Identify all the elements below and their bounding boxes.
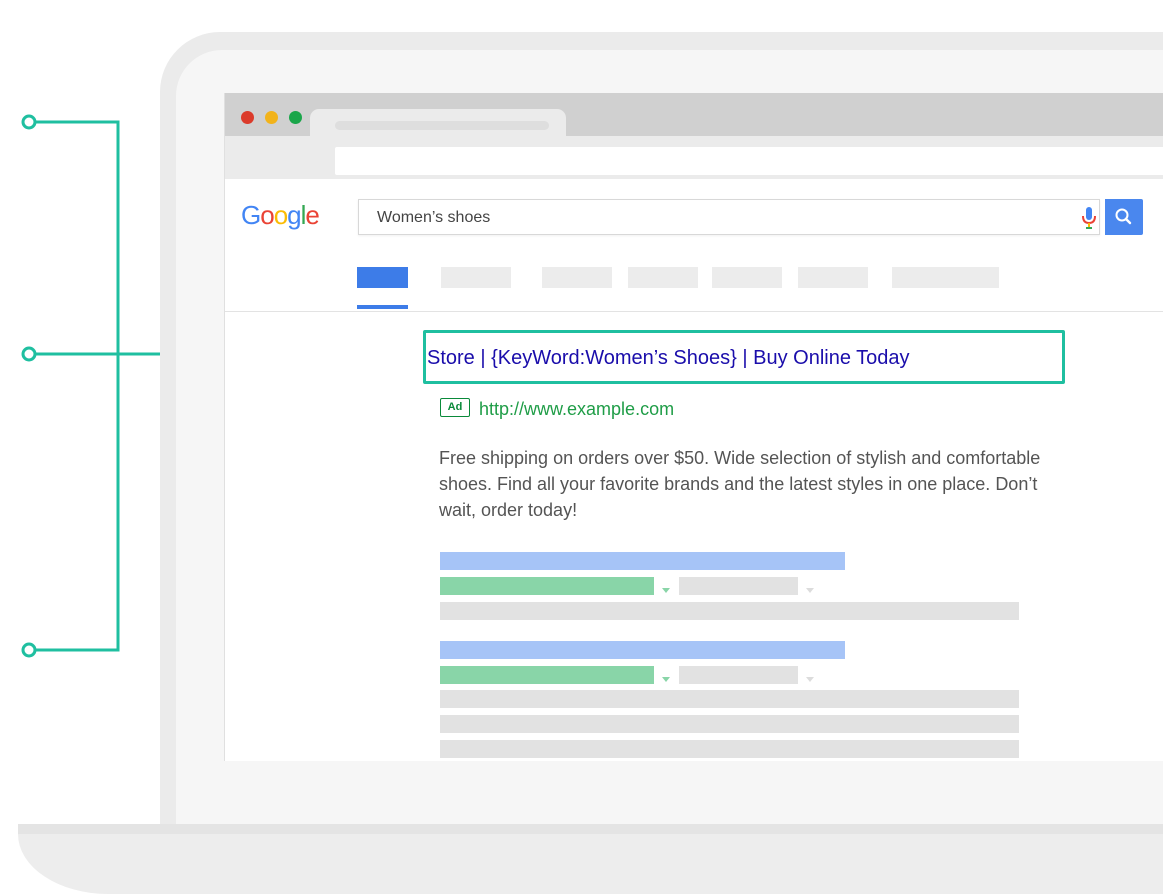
callout-node-bottom <box>21 642 37 658</box>
result-snippet-placeholder <box>440 690 1019 708</box>
logo-letter: o <box>273 200 289 230</box>
tab-all[interactable] <box>357 267 408 288</box>
tab-placeholder-6[interactable] <box>892 267 999 288</box>
active-tab-indicator <box>357 305 408 309</box>
search-query: Women’s shoes <box>377 209 491 226</box>
callout-node-top <box>21 114 37 130</box>
result-title-placeholder[interactable] <box>440 552 845 570</box>
tab-placeholder-3[interactable] <box>628 267 698 288</box>
result-title-placeholder[interactable] <box>440 641 845 659</box>
google-logo[interactable]: Google <box>241 200 320 231</box>
callout-node-middle <box>21 346 37 362</box>
logo-letter: g <box>287 200 302 230</box>
minimize-window-button[interactable] <box>265 111 278 124</box>
chevron-down-icon[interactable] <box>662 588 670 593</box>
laptop-base <box>18 824 1163 894</box>
chevron-down-icon[interactable] <box>806 677 814 682</box>
tab-placeholder-2[interactable] <box>542 267 612 288</box>
chevron-down-icon[interactable] <box>806 588 814 593</box>
header-divider <box>225 311 1163 312</box>
browser-window: Google Women’s shoes Store | {KeyWord:Wo… <box>224 93 1163 761</box>
result-snippet-placeholder <box>440 715 1019 733</box>
ad-badge: Ad <box>440 398 470 417</box>
result-url-placeholder[interactable] <box>440 666 654 684</box>
logo-letter: o <box>260 200 275 230</box>
tab-title-placeholder <box>335 121 549 130</box>
result-snippet-placeholder <box>440 740 1019 758</box>
tab-placeholder-1[interactable] <box>441 267 511 288</box>
tab-placeholder-4[interactable] <box>712 267 782 288</box>
close-window-button[interactable] <box>241 111 254 124</box>
result-snippet-placeholder <box>440 602 1019 620</box>
address-bar[interactable] <box>335 147 1163 175</box>
ad-headline-link[interactable]: Store | {KeyWord:Women’s Shoes} | Buy On… <box>427 347 910 370</box>
maximize-window-button[interactable] <box>289 111 302 124</box>
ad-display-url[interactable]: http://www.example.com <box>479 399 674 420</box>
laptop-base-edge <box>18 824 1163 834</box>
ad-description: Free shipping on orders over $50. Wide s… <box>439 448 1041 520</box>
search-icon <box>1115 208 1132 225</box>
tab-placeholder-5[interactable] <box>798 267 868 288</box>
logo-letter: G <box>241 200 261 230</box>
result-meta-placeholder <box>679 577 798 595</box>
result-url-placeholder[interactable] <box>440 577 654 595</box>
mic-icon[interactable] <box>1080 206 1098 230</box>
chevron-down-icon[interactable] <box>662 677 670 682</box>
result-meta-placeholder <box>679 666 798 684</box>
search-button[interactable] <box>1105 199 1143 235</box>
logo-letter: e <box>305 200 320 230</box>
